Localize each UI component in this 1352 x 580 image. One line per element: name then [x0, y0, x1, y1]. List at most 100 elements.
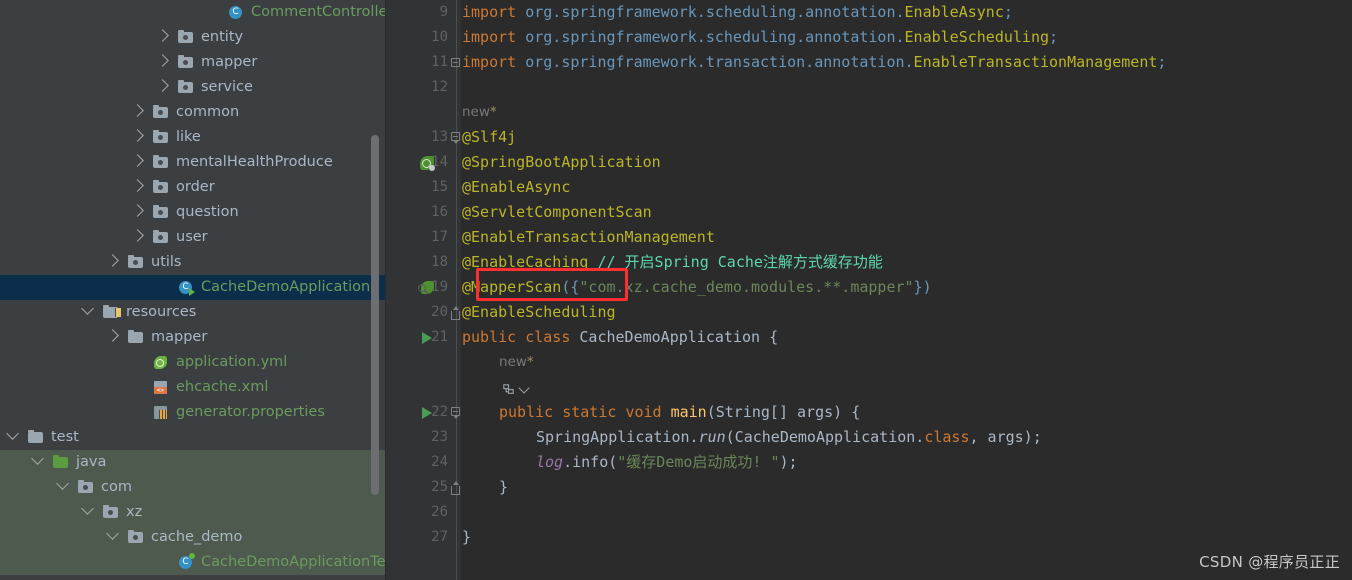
- code-text[interactable]: @EnableCaching // 开启Spring Cache注解方式缓存功能: [462, 250, 883, 275]
- editor-inlay-row[interactable]: [386, 375, 1352, 400]
- chevron-down-icon[interactable]: [25, 450, 50, 475]
- chevron-down-icon[interactable]: [75, 300, 100, 325]
- code-text[interactable]: SpringApplication.run(CacheDemoApplicati…: [536, 425, 1042, 450]
- tree-item-cachedemoapplication[interactable]: C CacheDemoApplication: [0, 275, 386, 300]
- code-text[interactable]: @EnableAsync: [462, 175, 570, 200]
- tree-item-ehcache-xml[interactable]: ehcache.xml: [0, 375, 386, 400]
- chevron-right-icon[interactable]: [150, 50, 175, 75]
- code-fold-region-start-icon[interactable]: [451, 132, 460, 145]
- sidebar-vertical-scrollbar[interactable]: [371, 135, 379, 495]
- chevron-down-icon[interactable]: [75, 500, 100, 525]
- tree-item-like[interactable]: like: [0, 125, 386, 150]
- code-fold-region-start-icon[interactable]: [451, 407, 460, 420]
- code-text[interactable]: @Slf4j: [462, 125, 516, 150]
- tree-item-utils[interactable]: utils: [0, 250, 386, 275]
- tree-item-application-yml[interactable]: application.yml: [0, 350, 386, 375]
- editor-line-15[interactable]: 15 @EnableAsync: [386, 175, 1352, 200]
- editor-line-23[interactable]: 23 SpringApplication.run(CacheDemoApplica…: [386, 425, 1352, 450]
- editor-line-11[interactable]: 11 import org.springframework.transaction…: [386, 50, 1352, 75]
- chevron-right-icon[interactable]: [125, 125, 150, 150]
- project-tree[interactable]: C CommentController entity mapper service com…: [0, 0, 386, 575]
- tree-item-common[interactable]: common: [0, 100, 386, 125]
- tree-item-order[interactable]: order: [0, 175, 386, 200]
- editor-inlay-row[interactable]: new*: [386, 100, 1352, 125]
- editor-line-17[interactable]: 17 @EnableTransactionManagement: [386, 225, 1352, 250]
- tree-item-cache-demo[interactable]: cache_demo: [0, 525, 386, 550]
- code-fold-toggle-icon[interactable]: [451, 58, 460, 67]
- vcs-inlay-hint[interactable]: new*: [499, 350, 534, 375]
- code-text[interactable]: import org.springframework.scheduling.an…: [462, 0, 1013, 25]
- chevron-down-icon[interactable]: [50, 475, 75, 500]
- code-text[interactable]: public class CacheDemoApplication {: [462, 325, 778, 350]
- editor-line-14[interactable]: 14 @SpringBootApplication: [386, 150, 1352, 175]
- tree-item-label: utils: [151, 254, 182, 270]
- chevron-down-icon[interactable]: [0, 425, 25, 450]
- editor-line-26[interactable]: 26: [386, 500, 1352, 525]
- tree-item-xz[interactable]: xz: [0, 500, 386, 525]
- editor-line-21[interactable]: 21 public class CacheDemoApplication {: [386, 325, 1352, 350]
- editor-line-24[interactable]: 24 log.info("缓存Demo启动成功! ");: [386, 450, 1352, 475]
- chevron-right-icon[interactable]: [100, 250, 125, 275]
- tree-item-generator-properties[interactable]: generator.properties: [0, 400, 386, 425]
- tree-item-com[interactable]: com: [0, 475, 386, 500]
- editor-inlay-row[interactable]: new*: [386, 350, 1352, 375]
- chevron-right-icon[interactable]: [125, 200, 150, 225]
- chevron-right-icon[interactable]: [125, 100, 150, 125]
- editor-line-27[interactable]: 27}: [386, 525, 1352, 550]
- tree-item-java[interactable]: java: [0, 450, 386, 475]
- spring-search-gutter-icon[interactable]: [418, 281, 434, 296]
- editor-line-12[interactable]: 12: [386, 75, 1352, 100]
- chevron-right-icon[interactable]: [125, 175, 150, 200]
- project-tree-panel[interactable]: C CommentController entity mapper service com…: [0, 0, 386, 580]
- code-text[interactable]: }: [499, 475, 508, 500]
- chevron-down-icon[interactable]: [100, 525, 125, 550]
- tree-item-question[interactable]: question: [0, 200, 386, 225]
- editor-line-19[interactable]: 19 @MapperScan({"com.xz.cache_demo.module…: [386, 275, 1352, 300]
- code-text[interactable]: import org.springframework.transaction.a…: [462, 50, 1166, 75]
- chevron-right-icon[interactable]: [150, 25, 175, 50]
- vcs-inlay-hint[interactable]: new*: [462, 100, 497, 125]
- tree-item-entity[interactable]: entity: [0, 25, 386, 50]
- spring-bean-gutter-icon[interactable]: [420, 156, 435, 171]
- code-token: }: [462, 528, 472, 546]
- run-arrow-gutter-icon[interactable]: [422, 332, 432, 344]
- editor-line-18[interactable]: 18 @EnableCaching // 开启Spring Cache注解方式缓存…: [386, 250, 1352, 275]
- tree-item-mentalhealthproduce[interactable]: mentalHealthProduce: [0, 150, 386, 175]
- code-fold-region-end-icon[interactable]: [451, 481, 460, 495]
- code-text[interactable]: @MapperScan({"com.xz.cache_demo.modules.…: [462, 275, 932, 300]
- code-text[interactable]: log.info("缓存Demo启动成功! ");: [536, 450, 798, 475]
- code-text[interactable]: public static void main(String[] args) {: [499, 400, 860, 425]
- tree-item-mapper[interactable]: mapper: [0, 50, 386, 75]
- code-text[interactable]: @EnableTransactionManagement: [462, 225, 715, 250]
- editor-line-25[interactable]: 25}: [386, 475, 1352, 500]
- tree-item-commentcontroller[interactable]: C CommentController: [0, 0, 386, 25]
- code-fold-region-end-icon[interactable]: [451, 306, 460, 320]
- tree-item-test[interactable]: test: [0, 425, 386, 450]
- code-token: org.springframework.scheduling.annotatio…: [525, 28, 905, 46]
- editor-line-16[interactable]: 16 @ServletComponentScan: [386, 200, 1352, 225]
- tree-item-cachedemoapplicationtests[interactable]: C CacheDemoApplicationTests: [0, 550, 386, 575]
- code-text[interactable]: @SpringBootApplication: [462, 150, 661, 175]
- tree-item-mapper[interactable]: mapper: [0, 325, 386, 350]
- editor-line-10[interactable]: 10 import org.springframework.scheduling.…: [386, 25, 1352, 50]
- tree-item-service[interactable]: service: [0, 75, 386, 100]
- inheritance-marker-icon[interactable]: [501, 380, 516, 395]
- code-text[interactable]: @EnableScheduling: [462, 300, 616, 325]
- editor-line-13[interactable]: 13 @Slf4j: [386, 125, 1352, 150]
- chevron-right-icon[interactable]: [125, 150, 150, 175]
- package-folder-icon: [153, 179, 168, 193]
- code-text[interactable]: @ServletComponentScan: [462, 200, 652, 225]
- code-text[interactable]: }: [462, 525, 471, 550]
- editor-line-20[interactable]: 20 @EnableScheduling: [386, 300, 1352, 325]
- code-text[interactable]: import org.springframework.scheduling.an…: [462, 25, 1058, 50]
- editor-line-22[interactable]: 22 public static void main(String[] args)…: [386, 400, 1352, 425]
- tree-item-resources[interactable]: resources: [0, 300, 386, 325]
- chevron-right-icon[interactable]: [100, 325, 125, 350]
- chevron-down-icon[interactable]: [518, 382, 530, 394]
- chevron-right-icon[interactable]: [150, 75, 175, 100]
- run-arrow-gutter-icon[interactable]: [422, 407, 432, 419]
- editor-line-9[interactable]: 9 import org.springframework.scheduling.a…: [386, 0, 1352, 25]
- code-editor[interactable]: 9 import org.springframework.scheduling.a…: [386, 0, 1352, 580]
- chevron-right-icon[interactable]: [125, 225, 150, 250]
- tree-item-user[interactable]: user: [0, 225, 386, 250]
